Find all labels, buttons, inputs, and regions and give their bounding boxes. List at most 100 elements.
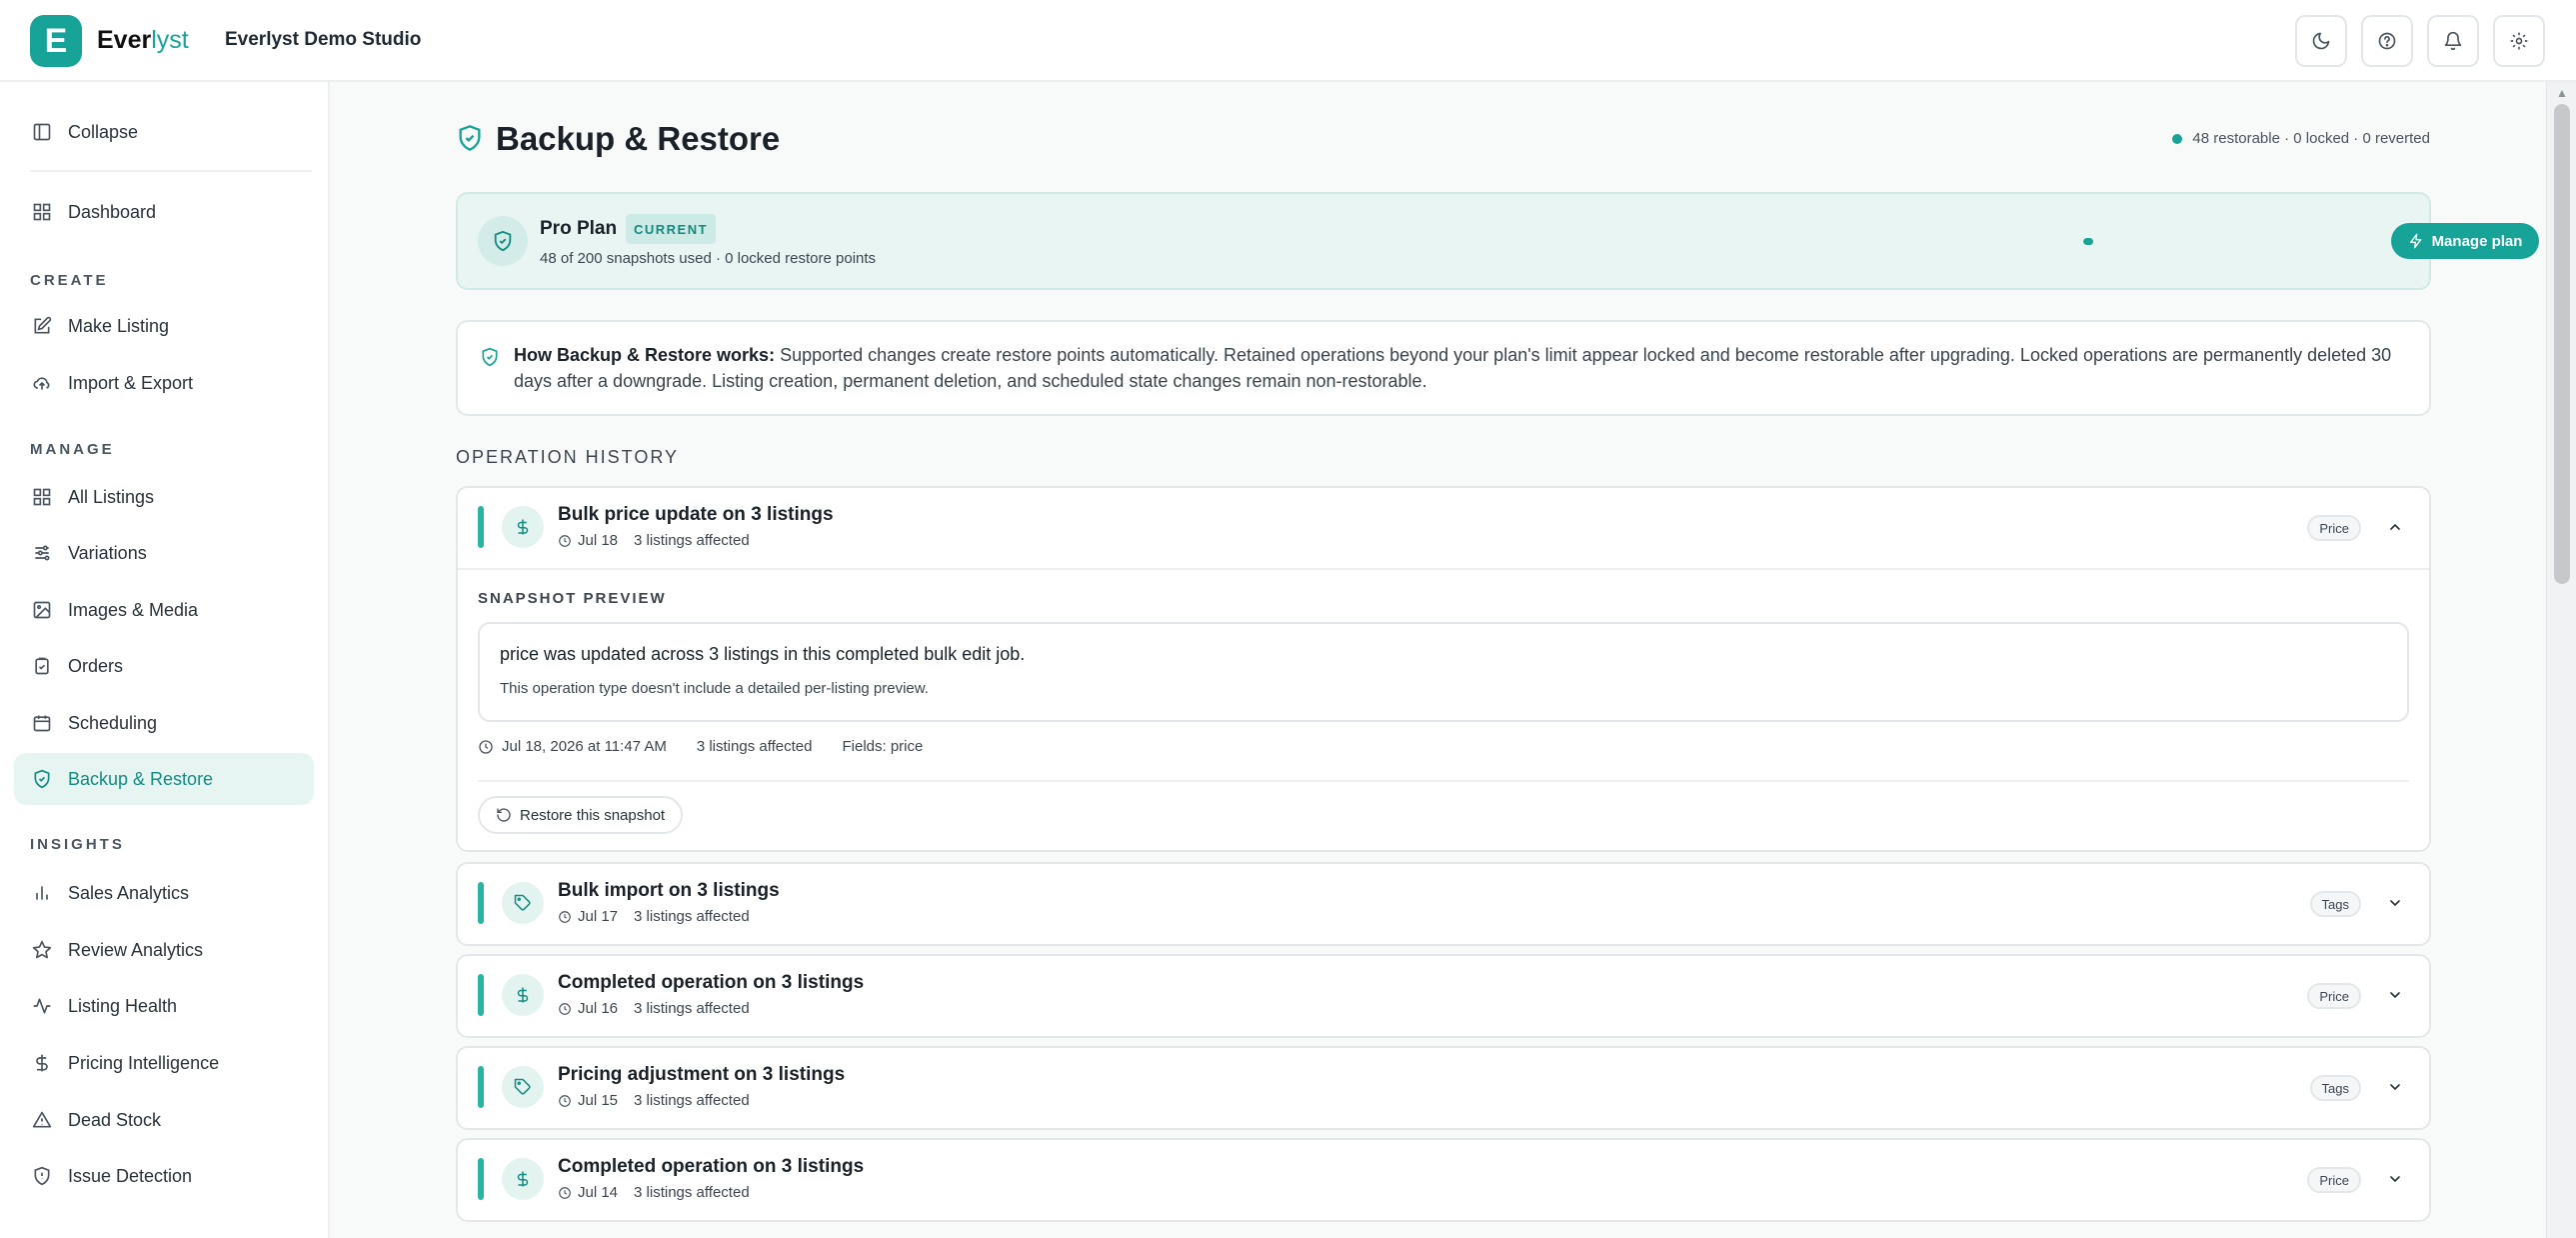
brand-name-part2: lyst <box>151 26 189 54</box>
shield-alert-icon <box>34 1166 50 1186</box>
sidebar-section-insights: INSIGHTS <box>30 836 125 853</box>
brand-name-part1: Ever <box>97 26 152 54</box>
warning-icon <box>32 1111 52 1128</box>
snapshot-preview-box: price was updated across 3 listings in t… <box>478 622 2409 722</box>
chevron-down-icon[interactable] <box>2387 1171 2403 1187</box>
clock-icon <box>559 1186 571 1199</box>
operation-title: Completed operation on 3 listings <box>558 1156 865 1177</box>
operation-header[interactable]: Bulk price update on 3 listings Jul 18 3… <box>458 488 2429 568</box>
plan-current-badge: CURRENT <box>626 214 717 244</box>
sidebar: Collapse Dashboard CREATE Make Listing I… <box>0 82 330 1238</box>
dollar-icon <box>36 1054 48 1072</box>
chevron-down-icon[interactable] <box>2387 895 2403 911</box>
operation-date: Jul 16 <box>578 1000 619 1017</box>
chevron-up-icon[interactable] <box>2387 519 2403 535</box>
brand-name: Everlyst <box>97 26 189 55</box>
operation-accent <box>478 506 484 548</box>
sidebar-item-label: Scheduling <box>68 712 158 733</box>
sidebar-item-label: Dead Stock <box>68 1109 162 1130</box>
sidebar-collapse-label: Collapse <box>68 121 139 142</box>
snapshot-preview: SNAPSHOT PREVIEW price was updated acros… <box>458 568 2429 850</box>
sidebar-item-sales-analytics[interactable]: Sales Analytics <box>14 867 314 919</box>
operation-header[interactable]: Completed operation on 3 listings Jul 16… <box>458 956 2429 1036</box>
chevron-down-icon[interactable] <box>2387 987 2403 1003</box>
settings-button[interactable] <box>2493 15 2545 67</box>
operation-title: Bulk price update on 3 listings <box>558 504 834 525</box>
operation-tag: Tags <box>2309 1075 2361 1101</box>
operation-header[interactable]: Completed operation on 3 listings Jul 14… <box>458 1140 2429 1220</box>
operation-header[interactable]: Pricing adjustment on 3 listings Jul 15 … <box>458 1048 2429 1128</box>
notifications-button[interactable] <box>2427 15 2479 67</box>
manage-plan-button[interactable]: Manage plan <box>2391 223 2539 259</box>
info-text: How Backup & Restore works: Supported ch… <box>514 342 2403 394</box>
main-content: Backup & Restore 48 restorable · 0 locke… <box>330 82 2546 1238</box>
sidebar-item-issue-detection[interactable]: Issue Detection <box>14 1150 314 1202</box>
sidebar-item-images-media[interactable]: Images & Media <box>14 584 314 636</box>
info-body: Supported changes create restore points … <box>514 345 2392 391</box>
sidebar-item-label: Sales Analytics <box>68 882 190 903</box>
sidebar-item-import-export[interactable]: Import & Export <box>14 357 314 409</box>
snapshot-preview-label: SNAPSHOT PREVIEW <box>478 590 667 607</box>
sidebar-item-label: Variations <box>68 542 147 563</box>
sidebar-item-variations[interactable]: Variations <box>14 527 314 579</box>
sliders-icon <box>35 545 50 561</box>
tag-icon <box>514 894 531 911</box>
clipboard-icon <box>35 657 49 675</box>
operation-accent <box>478 882 484 924</box>
status-summary-text: 48 restorable · 0 locked · 0 reverted <box>2192 130 2430 147</box>
sidebar-item-dead-stock[interactable]: Dead Stock <box>14 1094 314 1146</box>
sidebar-item-make-listing[interactable]: Make Listing <box>14 300 314 352</box>
plan-name: Pro Plan <box>540 218 618 239</box>
theme-toggle-button[interactable] <box>2295 15 2347 67</box>
help-icon <box>2378 32 2396 50</box>
snapshot-timestamp: Jul 18, 2026 at 11:47 AM <box>502 738 667 755</box>
restore-snapshot-button[interactable]: Restore this snapshot <box>478 796 684 834</box>
scrollbar[interactable]: ▲ <box>2546 82 2576 1238</box>
sidebar-item-scheduling[interactable]: Scheduling <box>14 697 314 749</box>
operation-meta: Jul 17 3 listings affected <box>558 908 750 925</box>
operation-tag: Price <box>2307 1167 2361 1193</box>
star-icon <box>32 940 52 959</box>
operation-title: Pricing adjustment on 3 listings <box>558 1064 846 1085</box>
operation-card: Bulk price update on 3 listings Jul 18 3… <box>456 486 2431 852</box>
chevron-down-icon[interactable] <box>2387 1079 2403 1095</box>
lightning-icon <box>2409 233 2421 249</box>
logo[interactable]: E <box>30 15 82 67</box>
sidebar-item-listing-health[interactable]: Listing Health <box>14 980 314 1032</box>
sidebar-item-label: Listing Health <box>68 995 178 1016</box>
operation-tag: Price <box>2307 983 2361 1009</box>
operation-meta: Jul 16 3 listings affected <box>558 1000 750 1017</box>
operation-accent <box>478 1158 484 1200</box>
sidebar-item-orders[interactable]: Orders <box>14 640 314 692</box>
clock-icon <box>559 1094 571 1107</box>
operation-accent <box>478 1066 484 1108</box>
clock-icon <box>559 534 571 547</box>
page-title: Backup & Restore <box>496 120 781 157</box>
shield-check-icon <box>494 230 512 252</box>
shield-check-icon <box>459 125 481 151</box>
operation-date: Jul 14 <box>578 1184 619 1201</box>
sidebar-collapse[interactable]: Collapse <box>14 106 314 158</box>
sidebar-item-label: Pricing Intelligence <box>68 1052 220 1073</box>
sidebar-item-all-listings[interactable]: All Listings <box>14 471 314 523</box>
sidebar-item-dashboard[interactable]: Dashboard <box>14 186 314 238</box>
operation-affected: 3 listings affected <box>634 532 750 549</box>
top-bar: E Everlyst Everlyst Demo Studio <box>0 0 2576 82</box>
sidebar-item-label: Import & Export <box>68 372 194 393</box>
tag-icon <box>514 1078 531 1095</box>
operation-header[interactable]: Bulk import on 3 listings Jul 17 3 listi… <box>458 864 2429 944</box>
scroll-up-arrow[interactable]: ▲ <box>2556 86 2568 100</box>
operation-icon-wrap <box>502 974 544 1016</box>
sidebar-item-backup-restore[interactable]: Backup & Restore <box>14 753 314 805</box>
plan-card: Pro Plan CURRENT 48 of 200 snapshots use… <box>456 192 2539 290</box>
snapshot-note: This operation type doesn't include a de… <box>500 680 929 697</box>
activity-icon <box>33 998 51 1014</box>
operation-icon-wrap <box>502 506 544 548</box>
sidebar-item-pricing-intelligence[interactable]: Pricing Intelligence <box>14 1037 314 1089</box>
help-button[interactable] <box>2361 15 2413 67</box>
operation-date: Jul 17 <box>578 908 619 925</box>
sidebar-item-review-analytics[interactable]: Review Analytics <box>14 924 314 976</box>
sidebar-item-label: Issue Detection <box>68 1165 193 1186</box>
operation-title: Completed operation on 3 listings <box>558 972 865 993</box>
scrollbar-thumb[interactable] <box>2554 104 2570 584</box>
